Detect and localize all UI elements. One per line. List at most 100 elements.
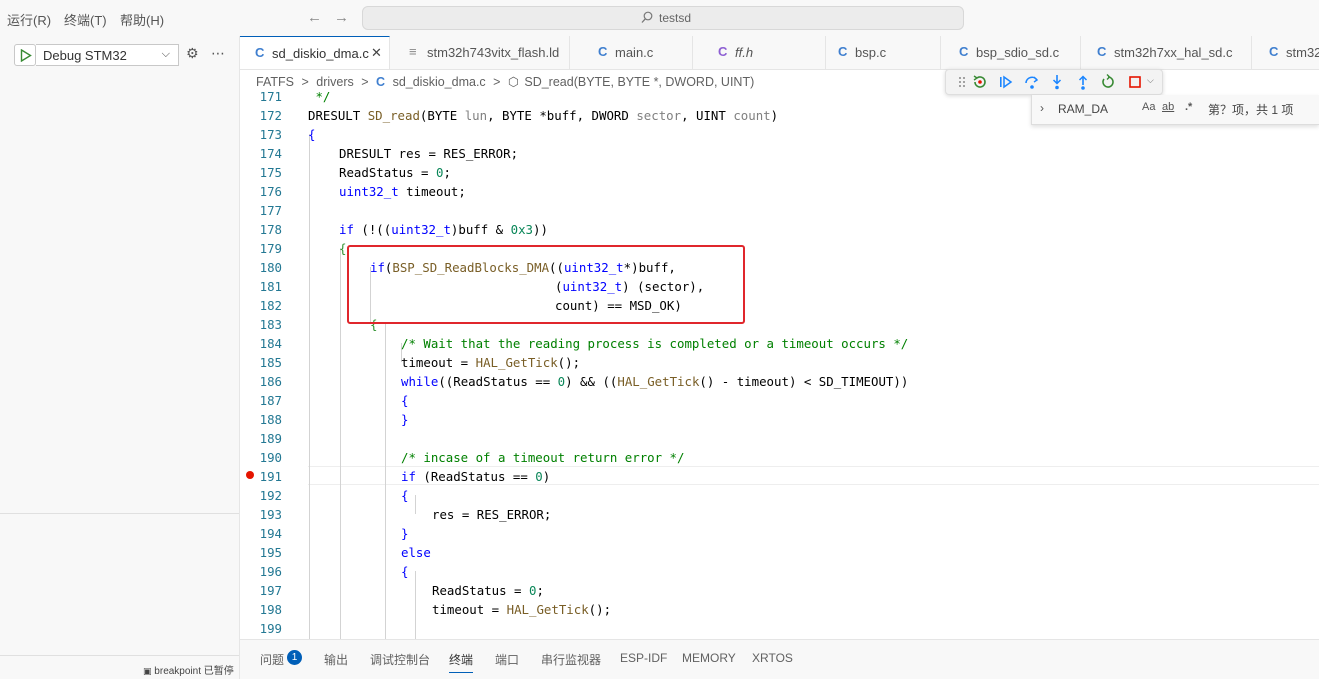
line-text: { bbox=[339, 241, 347, 256]
line-text: */ bbox=[308, 90, 331, 104]
chevron-down-icon[interactable]: ⌵ bbox=[1147, 75, 1154, 86]
tab-label: stm32 bbox=[1286, 45, 1319, 60]
code-line: 197 ReadStatus = 0; bbox=[240, 581, 1319, 600]
breadcrumb-item[interactable]: sd_diskio_dma.c bbox=[393, 75, 486, 89]
token: ReadStatus = bbox=[432, 583, 529, 598]
line-number: 180 bbox=[259, 260, 282, 275]
token: sector bbox=[636, 108, 682, 123]
tab-label: stm32h7xx_hal_sd.c bbox=[1114, 45, 1233, 60]
token: DRESULT bbox=[308, 108, 361, 123]
line-text: { bbox=[401, 564, 409, 579]
step-out-icon[interactable] bbox=[1074, 73, 1092, 91]
tab-output[interactable]: 输出 bbox=[324, 651, 348, 668]
match-case-button[interactable]: Aa bbox=[1142, 101, 1155, 113]
problems-count-badge: 1 bbox=[287, 650, 302, 665]
line-number: 172 bbox=[259, 108, 282, 123]
token: timeout; bbox=[398, 184, 466, 199]
line-text: if (ReadStatus == 0) bbox=[401, 469, 550, 484]
c-file-icon: C bbox=[1097, 44, 1107, 59]
breadcrumb-item[interactable]: drivers bbox=[316, 75, 354, 89]
restart-icon[interactable] bbox=[1099, 73, 1117, 91]
tab-serial-monitor[interactable]: 串行监视器 bbox=[541, 651, 601, 668]
command-center-search[interactable]: testsd bbox=[362, 6, 964, 30]
line-number: 185 bbox=[259, 355, 282, 370]
step-over-icon[interactable] bbox=[1023, 73, 1041, 91]
tab-hal-sd[interactable]: C stm32h7xx_hal_sd.c bbox=[1081, 36, 1252, 69]
play-icon bbox=[20, 49, 32, 62]
divider bbox=[0, 513, 239, 514]
tab-stm32[interactable]: C stm32 bbox=[1252, 36, 1319, 69]
line-number: 199 bbox=[259, 621, 282, 636]
drag-handle-icon[interactable] bbox=[953, 73, 971, 91]
breadcrumb-item[interactable]: SD_read(BYTE, BYTE *, DWORD, UINT) bbox=[524, 75, 754, 89]
code-line: 173 { bbox=[240, 125, 1319, 144]
token: BYTE bbox=[502, 108, 532, 123]
tab-main-c[interactable]: C main.c bbox=[570, 36, 693, 69]
token: ) bbox=[542, 469, 551, 484]
breadcrumb-item[interactable]: FATFS bbox=[256, 75, 294, 89]
code-line: 196 { bbox=[240, 562, 1319, 581]
token: () - timeout) < SD_TIMEOUT)) bbox=[699, 374, 909, 389]
step-into-icon[interactable] bbox=[1048, 73, 1066, 91]
tab-terminal[interactable]: 终端 bbox=[449, 651, 474, 673]
line-text: while((ReadStatus == 0) && ((HAL_GetTick… bbox=[401, 374, 908, 389]
debug-config-select[interactable]: Debug STM32 ⌵ bbox=[36, 44, 179, 66]
tab-bsp-c[interactable]: C bsp.c bbox=[826, 36, 941, 69]
code-editor[interactable]: 171 */ 172 DRESULT SD_read(BYTE lun, BYTE… bbox=[240, 90, 1319, 639]
tab-ports[interactable]: 端口 bbox=[495, 651, 519, 668]
token: ; bbox=[443, 165, 451, 180]
tab-sd-diskio-dma[interactable]: C sd_diskio_dma.c ✕ bbox=[240, 36, 390, 69]
tab-problems[interactable]: 问题 bbox=[260, 651, 284, 668]
continue-icon[interactable] bbox=[997, 73, 1015, 91]
stop-icon[interactable] bbox=[1126, 73, 1144, 91]
line-number: 173 bbox=[259, 127, 282, 142]
breakpoint-icon: ▣ bbox=[143, 666, 152, 676]
code-line: 187 { bbox=[240, 391, 1319, 410]
token: lun bbox=[464, 108, 488, 123]
more-actions-icon[interactable]: ⋯ bbox=[211, 45, 225, 62]
tab-esp-idf[interactable]: ESP-IDF bbox=[620, 651, 667, 665]
c-file-icon: C bbox=[255, 45, 265, 60]
reset-device-icon[interactable] bbox=[971, 73, 989, 91]
function-symbol-icon: ⬡ bbox=[507, 75, 519, 89]
search-text: testsd bbox=[659, 11, 692, 25]
line-text: } bbox=[401, 526, 409, 541]
line-number: 186 bbox=[259, 374, 282, 389]
code-line: 186 while((ReadStatus == 0) && ((HAL_GetT… bbox=[240, 372, 1319, 391]
line-number: 174 bbox=[259, 146, 282, 161]
menu-help[interactable]: 帮助(H) bbox=[120, 10, 164, 29]
c-file-icon: C bbox=[959, 44, 969, 59]
toggle-replace-icon[interactable]: › bbox=[1040, 101, 1044, 115]
breadcrumb-separator: > bbox=[301, 75, 309, 89]
debug-toolbar: ⌵ bbox=[945, 69, 1163, 95]
forward-arrow-icon[interactable]: → bbox=[334, 9, 349, 26]
tab-label: ff.h bbox=[735, 45, 754, 60]
menu-terminal[interactable]: 终端(T) bbox=[64, 10, 107, 29]
menu-run[interactable]: 运行(R) bbox=[7, 10, 51, 29]
tab-memory[interactable]: MEMORY bbox=[682, 651, 736, 665]
c-file-icon: C bbox=[838, 44, 848, 59]
tab-bsp-sdio-sd[interactable]: C bsp_sdio_sd.c bbox=[941, 36, 1081, 69]
regex-button[interactable]: .* bbox=[1185, 101, 1192, 113]
whole-word-button[interactable]: ab bbox=[1162, 101, 1174, 113]
start-debugging-button[interactable] bbox=[14, 44, 36, 66]
tab-xrtos[interactable]: XRTOS bbox=[752, 651, 793, 665]
line-number: 175 bbox=[259, 165, 282, 180]
back-arrow-icon[interactable]: ← bbox=[307, 9, 322, 26]
line-number: 189 bbox=[259, 431, 282, 446]
gear-icon[interactable]: ⚙ bbox=[186, 45, 199, 62]
tab-ff-h[interactable]: C ff.h bbox=[693, 36, 826, 69]
c-file-icon: C bbox=[376, 75, 386, 89]
token: )buff & bbox=[450, 222, 511, 237]
tab-flash-ld[interactable]: ≡ stm32h743vitx_flash.ld bbox=[390, 36, 570, 69]
debug-status-text: ▣ breakpoint 已暂停 bbox=[143, 662, 234, 677]
token: ReadStatus = bbox=[339, 165, 436, 180]
close-icon[interactable]: ✕ bbox=[371, 45, 382, 61]
tab-debug-console[interactable]: 调试控制台 bbox=[370, 651, 430, 668]
find-input[interactable]: RAM_DA bbox=[1058, 102, 1108, 116]
code-line: 195 else bbox=[240, 543, 1319, 562]
find-result-count: 第？项，共 1 项 bbox=[1208, 103, 1294, 117]
debug-config-label: Debug STM32 bbox=[43, 48, 127, 63]
line-text: /* Wait that the reading process is comp… bbox=[401, 336, 909, 351]
find-widget: › RAM_DA Aa ab .* 第？项，共 1 项 bbox=[1031, 95, 1319, 125]
